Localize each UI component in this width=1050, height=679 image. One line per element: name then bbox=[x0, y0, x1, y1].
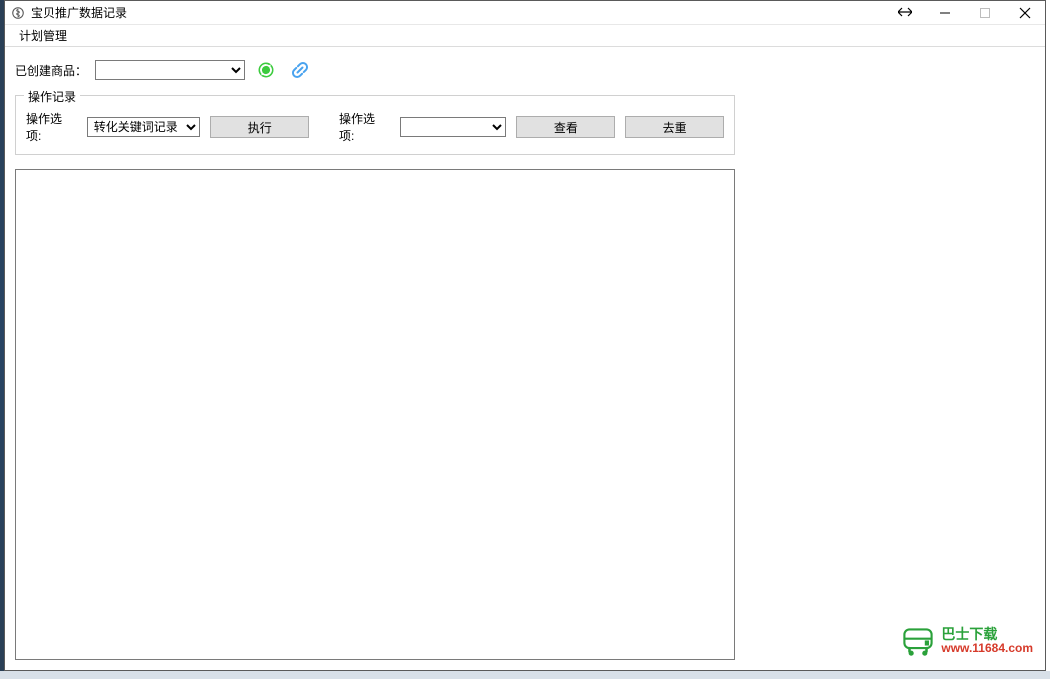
op-label-1: 操作选项: bbox=[26, 110, 77, 144]
op-select-2[interactable] bbox=[400, 117, 507, 137]
view-button[interactable]: 查看 bbox=[516, 116, 615, 138]
titlebar[interactable]: 宝贝推广数据记录 bbox=[5, 1, 1045, 25]
created-product-label: 已创建商品： bbox=[15, 62, 87, 79]
group-title: 操作记录 bbox=[24, 88, 80, 105]
product-select[interactable] bbox=[95, 60, 245, 80]
op-select-1[interactable]: 转化关键词记录 bbox=[87, 117, 201, 137]
main-window: 宝贝推广数据记录 计划管理 已创建商品： bbox=[4, 0, 1046, 671]
minimize-button[interactable] bbox=[925, 1, 965, 25]
desktop-edge-bottom bbox=[0, 671, 1050, 679]
link-icon[interactable] bbox=[287, 59, 313, 81]
app-icon bbox=[11, 6, 25, 20]
close-button[interactable] bbox=[1005, 1, 1045, 25]
output-wrap bbox=[15, 169, 735, 660]
output-textarea[interactable] bbox=[15, 169, 735, 660]
resize-horizontal-icon[interactable] bbox=[885, 6, 925, 20]
operation-log-group: 操作记录 操作选项: 转化关键词记录 执行 操作选项: 查看 去重 bbox=[15, 95, 735, 155]
dedup-button[interactable]: 去重 bbox=[625, 116, 724, 138]
operation-row: 操作选项: 转化关键词记录 执行 操作选项: 查看 去重 bbox=[26, 110, 724, 144]
op-label-2: 操作选项: bbox=[339, 110, 390, 144]
refresh-icon[interactable] bbox=[253, 59, 279, 81]
window-title: 宝贝推广数据记录 bbox=[31, 4, 127, 21]
menu-plan-manage[interactable]: 计划管理 bbox=[13, 25, 73, 46]
maximize-button[interactable] bbox=[965, 1, 1005, 25]
content-area: 已创建商品： 操作记录 bbox=[5, 47, 1045, 670]
menubar: 计划管理 bbox=[5, 25, 1045, 47]
execute-button[interactable]: 执行 bbox=[210, 116, 309, 138]
product-row: 已创建商品： bbox=[15, 59, 1035, 81]
